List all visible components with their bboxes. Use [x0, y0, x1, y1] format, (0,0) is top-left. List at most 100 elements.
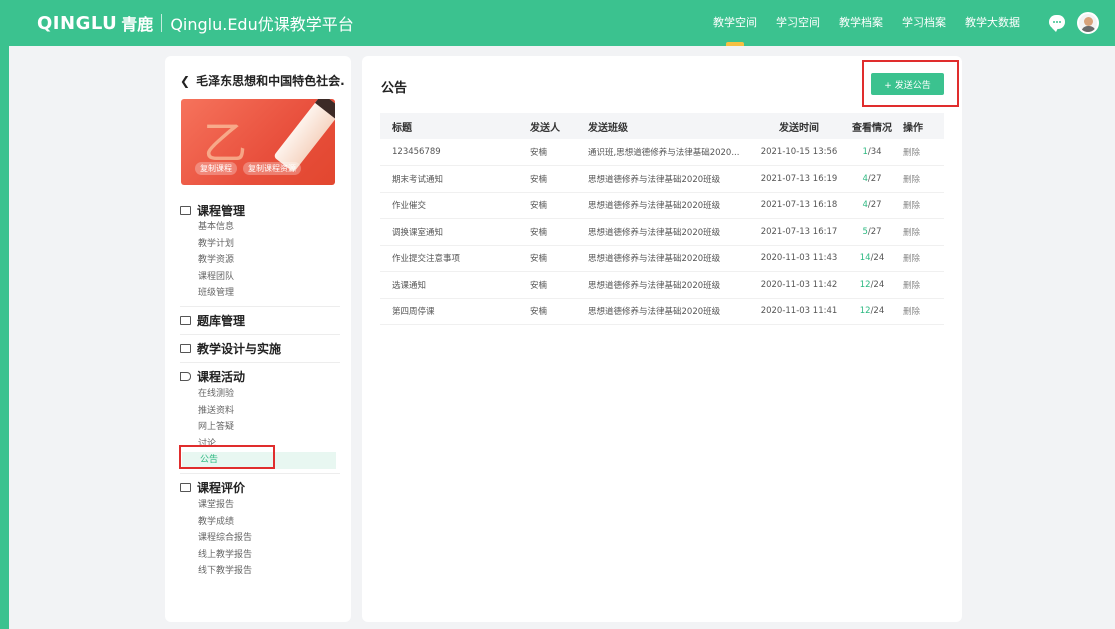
cell-class: 思想道德修养与法律基础2020班级	[588, 245, 753, 272]
column-header-title: 标题	[380, 113, 530, 139]
cell-views[interactable]: 4/27	[845, 165, 899, 193]
cell-title[interactable]: 作业催交	[380, 192, 530, 219]
announcement-highlight-box	[179, 445, 275, 469]
delete-link[interactable]: 删除	[899, 139, 944, 166]
total-count: /24	[870, 253, 885, 264]
sidebar-item-teaching-resources[interactable]: 教学资源	[180, 252, 340, 269]
cell-sender: 安楠	[530, 165, 588, 193]
course-cover: 乙 复制课程 复制课程资源	[181, 99, 335, 185]
viewed-count[interactable]: 12	[860, 306, 871, 316]
cell-views[interactable]: 14/24	[845, 245, 899, 272]
cell-class: 思想道德修养与法律基础2020班级	[588, 192, 753, 219]
cell-title[interactable]: 123456789	[380, 139, 530, 166]
cell-title[interactable]: 选课通知	[380, 271, 530, 299]
top-navbar: QINGLU 青鹿 Qinglu.Edu优课教学平台 教学空间 学习空间 教学档…	[0, 0, 1115, 46]
total-count: /24	[870, 306, 885, 317]
table-row[interactable]: 期末考试通知 安楠 思想道德修养与法律基础2020班级 2021-07-13 1…	[380, 165, 944, 193]
cell-sender: 安楠	[530, 245, 588, 272]
delete-link[interactable]: 删除	[899, 271, 944, 299]
table-row[interactable]: 作业催交 安楠 思想道德修养与法律基础2020班级 2021-07-13 16:…	[380, 192, 944, 219]
cell-time: 2021-07-13 16:18	[753, 192, 845, 219]
sidebar-item-online-qa[interactable]: 网上答疑	[180, 419, 340, 436]
group-course-evaluation[interactable]: 课程评价	[180, 479, 340, 497]
cell-views[interactable]: 1/34	[845, 139, 899, 166]
sidebar-item-course-overall-report[interactable]: 课程综合报告	[180, 530, 340, 547]
copy-course-button[interactable]: 复制课程	[195, 162, 237, 175]
table-row[interactable]: 第四周停课 安楠 思想道德修养与法律基础2020班级 2020-11-03 11…	[380, 298, 944, 325]
nav-learning-space[interactable]: 学习空间	[776, 0, 820, 46]
nav-teaching-bigdata[interactable]: 教学大数据	[965, 0, 1020, 46]
sidebar-item-push-materials[interactable]: 推送资料	[180, 403, 340, 420]
logo-cn-text: 青鹿	[121, 15, 154, 34]
course-sidebar: ❮ 毛泽东思想和中国特色社会... 乙 复制课程 复制课程资源 课程管理 基本信息…	[165, 56, 351, 622]
copy-course-resources-button[interactable]: 复制课程资源	[243, 162, 301, 175]
delete-link[interactable]: 删除	[899, 192, 944, 219]
sidebar-item-course-team[interactable]: 课程团队	[180, 269, 340, 286]
group-course-activities[interactable]: 课程活动	[180, 368, 340, 386]
total-count: /27	[867, 200, 882, 211]
chat-icon[interactable]	[1049, 15, 1065, 32]
cell-title[interactable]: 作业提交注意事项	[380, 245, 530, 272]
course-management-icon	[180, 205, 191, 215]
nav-teaching-archive[interactable]: 教学档案	[839, 0, 883, 46]
cell-views[interactable]: 12/24	[845, 271, 899, 299]
sidebar-item-online-quiz[interactable]: 在线测验	[180, 386, 340, 403]
table-row[interactable]: 作业提交注意事项 安楠 思想道德修养与法律基础2020班级 2020-11-03…	[380, 245, 944, 272]
send-button-highlight-box	[862, 60, 959, 107]
sidebar-item-online-teaching-report[interactable]: 线上教学报告	[180, 547, 340, 564]
cell-views[interactable]: 12/24	[845, 298, 899, 325]
cell-sender: 安楠	[530, 298, 588, 325]
cell-title[interactable]: 调换课室通知	[380, 218, 530, 246]
delete-link[interactable]: 删除	[899, 218, 944, 246]
total-count: /27	[867, 173, 882, 184]
cell-sender: 安楠	[530, 218, 588, 246]
delete-link[interactable]: 删除	[899, 165, 944, 193]
table-row[interactable]: 选课通知 安楠 思想道德修养与法律基础2020班级 2020-11-03 11:…	[380, 271, 944, 299]
main-nav: 教学空间 学习空间 教学档案 学习档案 教学大数据	[694, 0, 1020, 46]
cell-class: 思想道德修养与法律基础2020班级	[588, 165, 753, 193]
total-count: /24	[870, 279, 885, 290]
nav-teaching-space[interactable]: 教学空间	[713, 0, 757, 46]
brand-separator	[161, 14, 163, 32]
column-header-actions: 操作	[899, 113, 944, 139]
cell-views[interactable]: 5/27	[845, 218, 899, 246]
cell-views[interactable]: 4/27	[845, 192, 899, 219]
group-course-management[interactable]: 课程管理	[180, 201, 340, 219]
speaker-icon	[180, 372, 191, 382]
sidebar-item-class-report[interactable]: 课堂报告	[180, 497, 340, 514]
sidebar-item-basic-info[interactable]: 基本信息	[180, 219, 340, 236]
sidebar-item-class-management[interactable]: 班级管理	[180, 285, 340, 302]
sidebar-menu: 课程管理 基本信息 教学计划 教学资源 课程团队 班级管理 题库管理 教学设计与…	[180, 201, 340, 580]
platform-name: Qinglu.Edu优课教学平台	[170, 15, 354, 34]
table-row[interactable]: 123456789 安楠 通识班,思想道德修养与法律基础2020... 2021…	[380, 139, 944, 166]
cell-title[interactable]: 期末考试通知	[380, 165, 530, 193]
group-teaching-design[interactable]: 教学设计与实施	[180, 340, 340, 358]
sidebar-item-teaching-plan[interactable]: 教学计划	[180, 236, 340, 253]
page-title: 公告	[381, 81, 408, 96]
cell-sender: 安楠	[530, 271, 588, 299]
divider	[180, 472, 340, 474]
cell-class: 通识班,思想道德修养与法律基础2020...	[588, 139, 753, 166]
cell-time: 2020-11-03 11:43	[753, 245, 845, 272]
course-title[interactable]: ❮ 毛泽东思想和中国特色社会...	[180, 72, 345, 89]
announcement-panel: 公告 + 发送公告 标题 发送人 发送班级 发送时间 查看情况 操作 12345…	[362, 56, 962, 622]
column-header-views: 查看情况	[845, 113, 899, 139]
viewed-count[interactable]: 14	[860, 253, 871, 263]
delete-link[interactable]: 删除	[899, 245, 944, 272]
chevron-left-icon[interactable]: ❮	[180, 74, 190, 88]
brand[interactable]: QINGLU 青鹿 Qinglu.Edu优课教学平台	[37, 11, 354, 35]
cell-title[interactable]: 第四周停课	[380, 298, 530, 325]
group-question-bank[interactable]: 题库管理	[180, 312, 340, 330]
cell-time: 2021-07-13 16:19	[753, 165, 845, 193]
table-row[interactable]: 调换课室通知 安楠 思想道德修养与法律基础2020班级 2021-07-13 1…	[380, 218, 944, 246]
sidebar-item-teaching-grades[interactable]: 教学成绩	[180, 514, 340, 531]
teaching-design-icon	[180, 344, 191, 354]
sidebar-item-offline-teaching-report[interactable]: 线下教学报告	[180, 563, 340, 580]
delete-link[interactable]: 删除	[899, 298, 944, 325]
nav-learning-archive[interactable]: 学习档案	[902, 0, 946, 46]
total-count: /34	[867, 147, 882, 157]
announcement-table: 标题 发送人 发送班级 发送时间 查看情况 操作 123456789 安楠 通识…	[380, 113, 944, 325]
avatar[interactable]	[1077, 12, 1099, 34]
divider	[180, 333, 340, 335]
viewed-count[interactable]: 12	[860, 280, 871, 290]
